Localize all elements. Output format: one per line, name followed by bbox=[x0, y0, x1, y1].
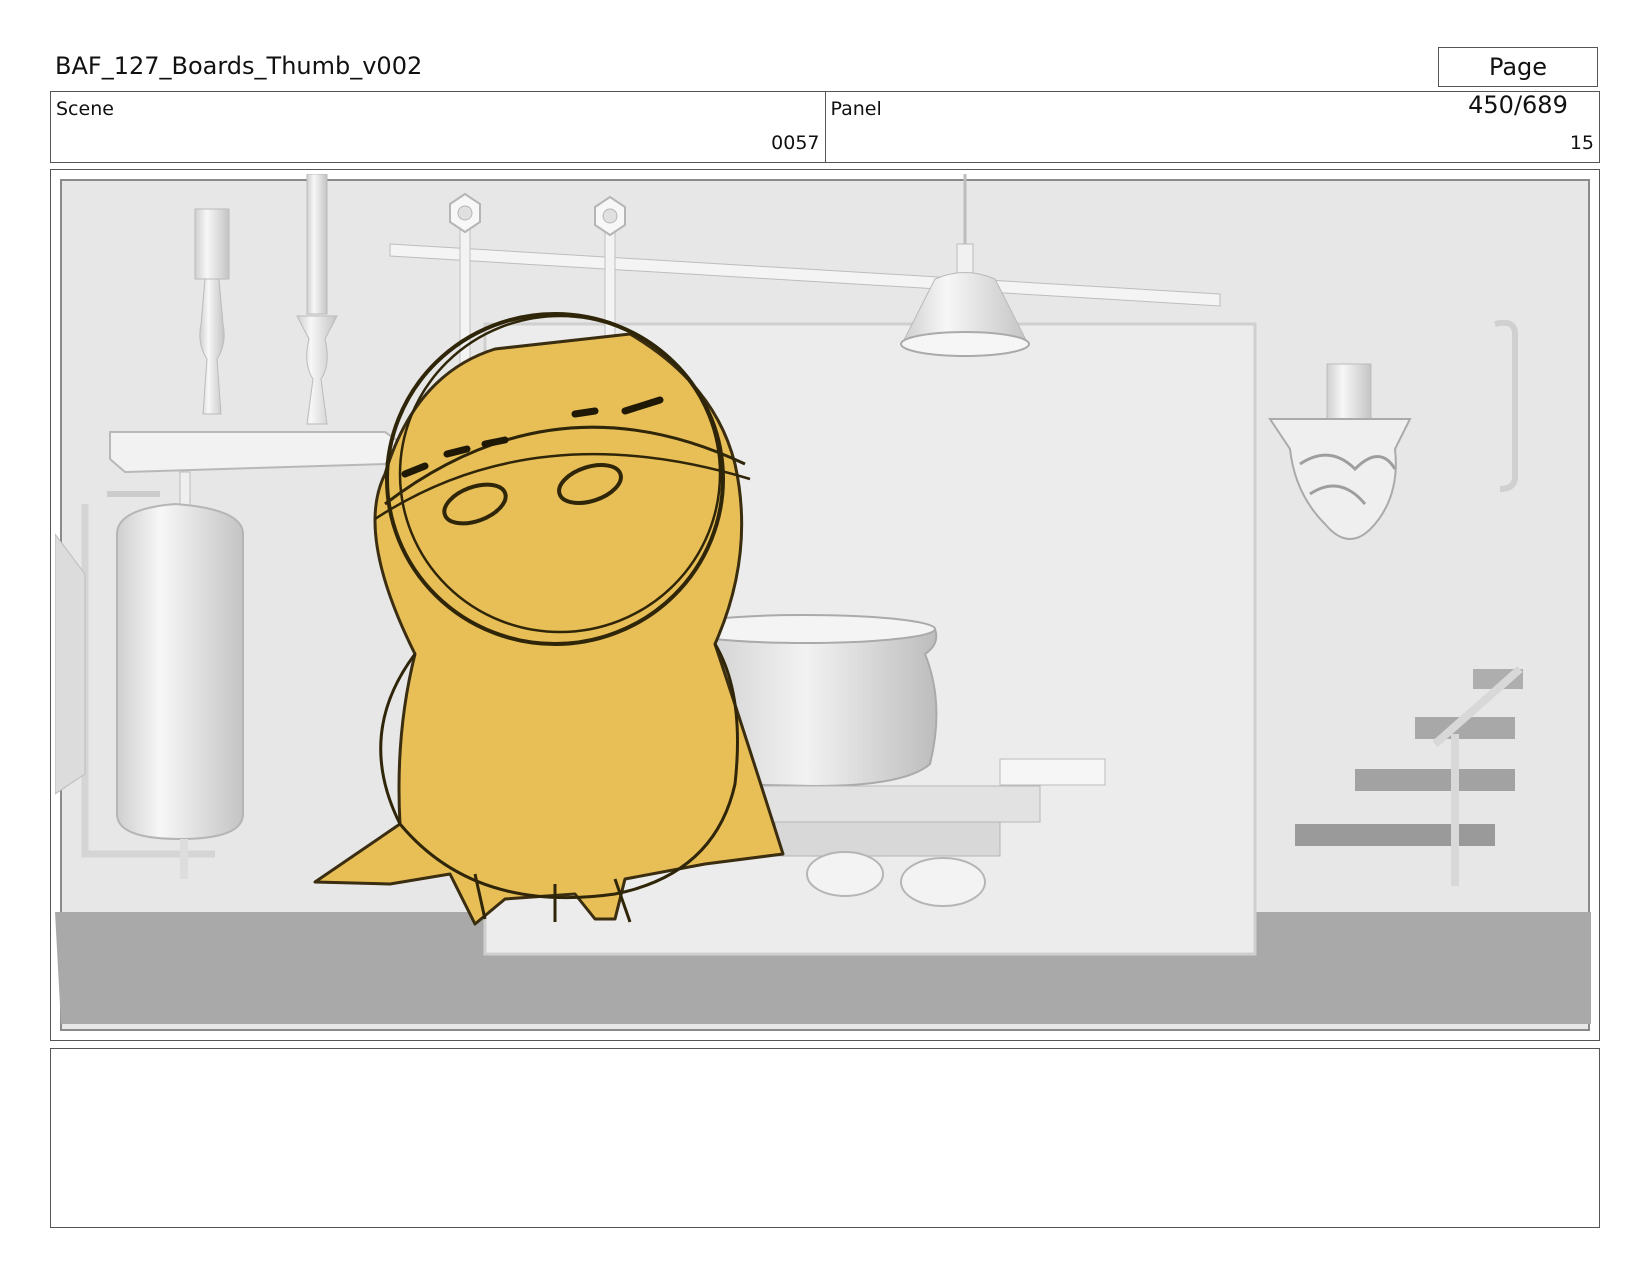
notes-area bbox=[50, 1048, 1600, 1228]
scene-panel-info: Scene 0057 Panel 15 bbox=[50, 91, 1600, 163]
panel-cell: Panel 15 bbox=[824, 92, 1600, 162]
scene-cell: Scene 0057 bbox=[51, 92, 825, 162]
page-indicator: Page 450/689 bbox=[1438, 47, 1598, 119]
panel-label: Panel bbox=[830, 98, 882, 120]
storyboard-panel bbox=[50, 169, 1600, 1041]
panel-number: 15 bbox=[1569, 132, 1594, 154]
book-stack bbox=[999, 758, 1106, 786]
storyboard-drawing bbox=[55, 174, 1595, 1036]
scene-number: 0057 bbox=[771, 132, 820, 154]
scene-label: Scene bbox=[56, 98, 114, 120]
document-title: BAF_127_Boards_Thumb_v002 bbox=[55, 52, 423, 80]
left-apparatus bbox=[55, 533, 86, 795]
